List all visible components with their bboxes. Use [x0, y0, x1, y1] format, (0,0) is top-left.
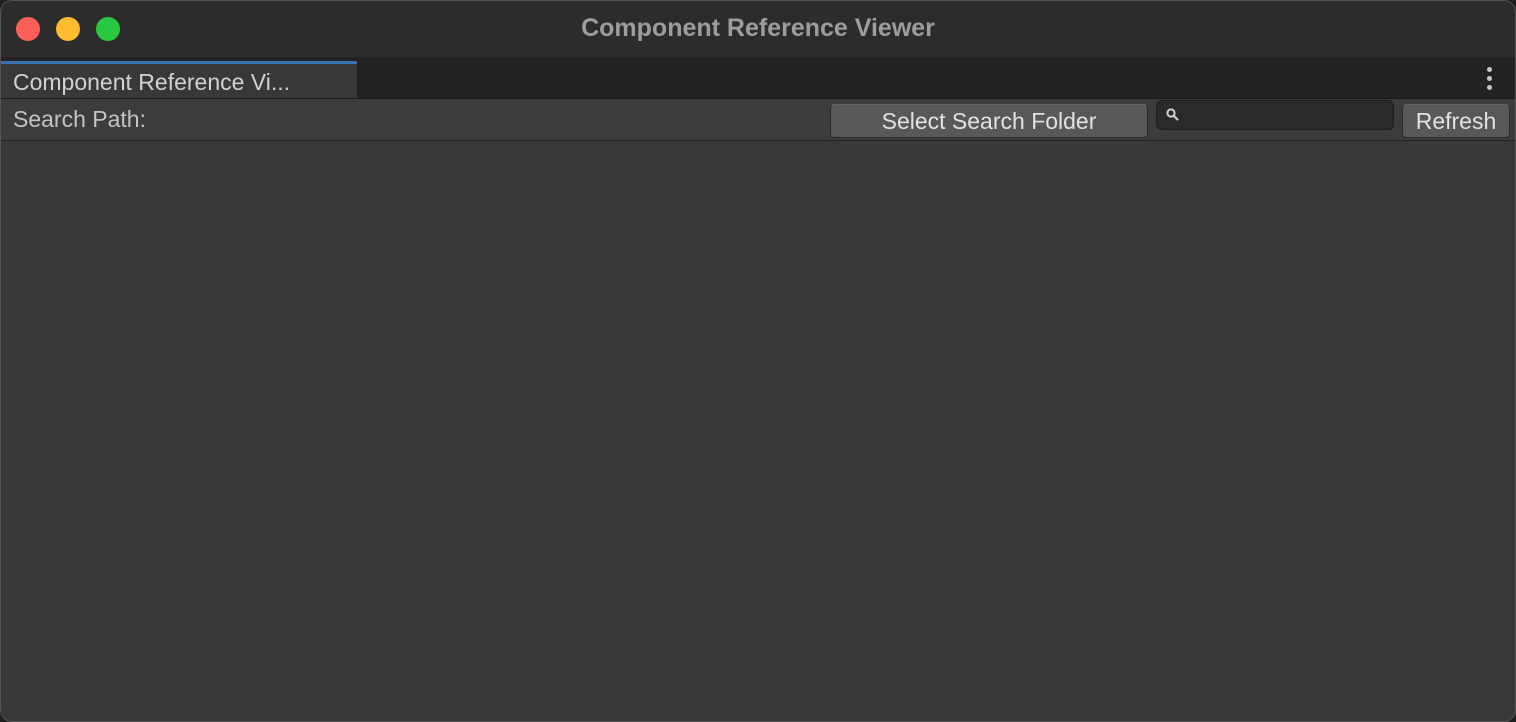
search-icon: [1166, 108, 1179, 121]
app-window: Component Reference Viewer Component Ref…: [0, 0, 1516, 722]
tab-component-reference-viewer[interactable]: Component Reference Vi...: [1, 61, 357, 98]
results-panel: [1, 141, 1515, 721]
title-bar[interactable]: Component Reference Viewer: [1, 1, 1515, 57]
tab-label: Component Reference Vi...: [13, 69, 291, 95]
search-field[interactable]: [1156, 100, 1394, 130]
search-path-label: Search Path:: [13, 106, 146, 132]
select-search-folder-button[interactable]: Select Search Folder: [830, 104, 1148, 138]
window-title: Component Reference Viewer: [581, 14, 935, 42]
toolbar: Search Path: Select Search Folder Refres…: [1, 99, 1515, 141]
more-vertical-icon[interactable]: [1485, 67, 1493, 91]
refresh-button[interactable]: Refresh: [1402, 104, 1510, 138]
search-input[interactable]: [1187, 103, 1387, 127]
tab-bar: Component Reference Vi...: [1, 57, 1515, 99]
